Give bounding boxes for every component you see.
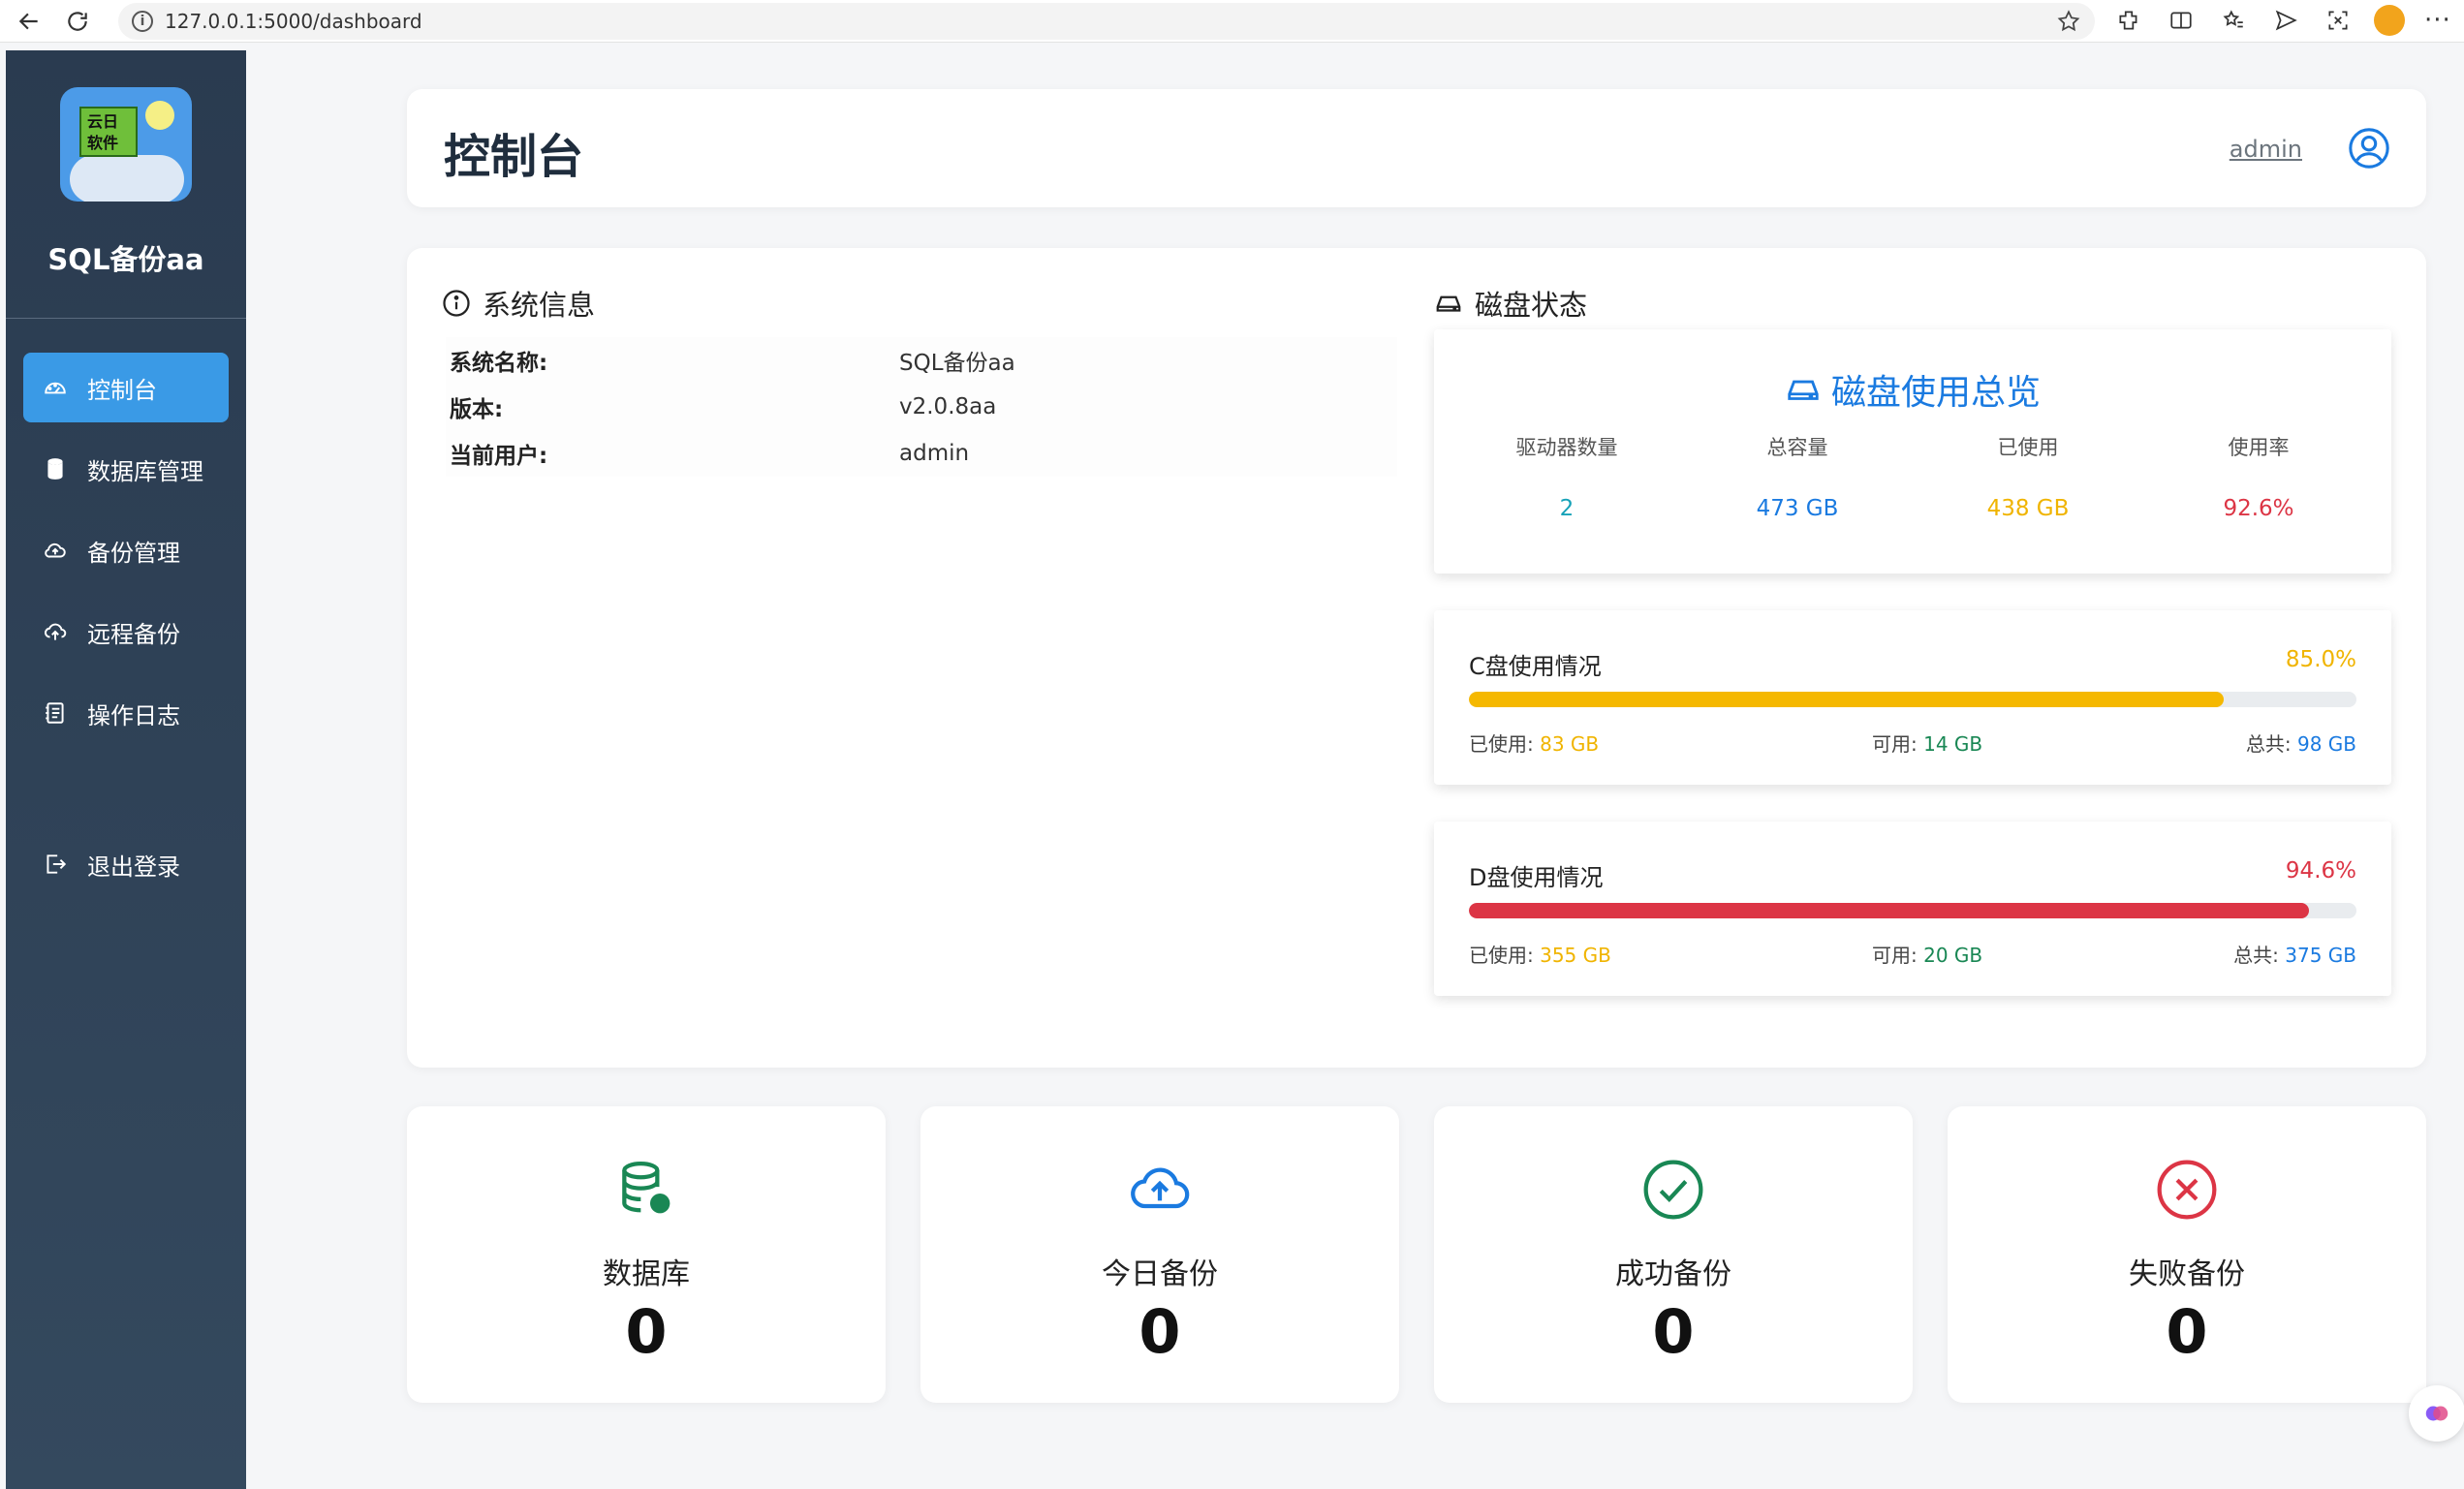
- logout-icon: [43, 852, 68, 877]
- check-circle-icon: [1640, 1157, 1706, 1223]
- sidebar-item-logout[interactable]: 退出登录: [23, 829, 229, 899]
- stat-card-success-backups: 成功备份 0: [1434, 1106, 1913, 1403]
- stat-value: 0: [920, 1296, 1399, 1367]
- drive-d-card: D盘使用情况 94.6% 已使用: 355 GB 可用: 20 GB 总共: 3…: [1434, 822, 2391, 996]
- favorite-star-icon[interactable]: [2056, 9, 2081, 34]
- share-icon[interactable]: [2269, 4, 2302, 37]
- overview-used: 已使用 438 GB: [1913, 432, 2143, 521]
- sidebar-item-dashboard[interactable]: 控制台: [23, 353, 229, 422]
- overview-total-capacity: 总容量 473 GB: [1682, 432, 1913, 521]
- table-row: 版本: v2.0.8aa: [446, 384, 1397, 430]
- database-icon: [43, 456, 68, 481]
- browser-toolbar: i 127.0.0.1:5000/dashboard ···: [0, 0, 2464, 43]
- site-info-icon[interactable]: i: [132, 11, 153, 32]
- sidebar-item-backup[interactable]: 备份管理: [23, 515, 229, 585]
- back-icon[interactable]: [10, 2, 48, 41]
- drive-d-progress-fill: [1469, 903, 2309, 918]
- stat-card-today-backups: 今日备份 0: [920, 1106, 1399, 1403]
- assistant-floating-button[interactable]: [2409, 1385, 2464, 1442]
- drive-c-progress: [1469, 692, 2356, 707]
- reload-icon[interactable]: [58, 2, 97, 41]
- url-text: 127.0.0.1:5000/dashboard: [165, 10, 422, 33]
- table-row: 当前用户: admin: [446, 430, 1397, 477]
- overview-usage-rate: 使用率 92.6%: [2143, 432, 2374, 521]
- x-circle-icon: [2154, 1157, 2220, 1223]
- favorites-icon[interactable]: [2217, 4, 2250, 37]
- stat-card-failed-backups: 失败备份 0: [1948, 1106, 2426, 1403]
- cloud-upload-icon: [43, 619, 68, 644]
- page-header: 控制台 admin: [407, 89, 2426, 207]
- user-circle-icon[interactable]: [2347, 126, 2391, 171]
- split-screen-icon[interactable]: [2165, 4, 2198, 37]
- sidebar-divider: [6, 318, 246, 319]
- system-info-table: 系统名称: SQL备份aa 版本: v2.0.8aa 当前用户: admin: [446, 337, 1397, 477]
- drive-c-percent: 85.0%: [2286, 647, 2356, 672]
- app-logo: 云日软件: [60, 87, 192, 202]
- stat-card-databases: 数据库 0: [407, 1106, 886, 1403]
- assistant-icon: [2422, 1399, 2451, 1428]
- more-menu-icon[interactable]: ···: [2424, 6, 2451, 35]
- extensions-icon[interactable]: [2112, 4, 2145, 37]
- screenshot-icon[interactable]: [2322, 4, 2355, 37]
- drive-d-progress: [1469, 903, 2356, 918]
- sidebar: 云日软件 SQL备份aa 控制台 数据库管理 备份管理 远程备份 操作日志 退出…: [6, 50, 246, 1489]
- username-link[interactable]: admin: [2230, 136, 2302, 163]
- drive-c-progress-fill: [1469, 692, 2224, 707]
- info-circle-icon: [442, 289, 471, 318]
- overview-drive-count: 驱动器数量 2: [1451, 432, 1682, 521]
- disk-overview-card: 磁盘使用总览 驱动器数量 2 总容量 473 GB 已使用 438 GB 使用率…: [1434, 329, 2391, 574]
- stat-value: 0: [407, 1296, 886, 1367]
- brand-name: SQL备份aa: [6, 237, 246, 278]
- dashboard-gauge-icon: [43, 375, 68, 400]
- system-info-heading: 系统信息: [442, 283, 595, 324]
- table-row: 系统名称: SQL备份aa: [446, 337, 1397, 384]
- cloud-upload-icon: [1127, 1157, 1193, 1223]
- disk-status-heading: 磁盘状态: [1434, 283, 1587, 324]
- logo-cloud: [70, 155, 184, 202]
- cloud-icon: [43, 538, 68, 563]
- sidebar-item-remote-backup[interactable]: 远程备份: [23, 597, 229, 667]
- drive-c-card: C盘使用情况 85.0% 已使用: 83 GB 可用: 14 GB 总共: 98…: [1434, 610, 2391, 785]
- database-icon: [613, 1157, 679, 1223]
- logo-text: 云日软件: [79, 107, 138, 157]
- drive-d-percent: 94.6%: [2286, 858, 2356, 884]
- hdd-icon: [1434, 289, 1463, 318]
- page-title: 控制台: [444, 118, 583, 186]
- sidebar-item-logs[interactable]: 操作日志: [23, 678, 229, 748]
- stat-value: 0: [1948, 1296, 2426, 1367]
- sidebar-item-database[interactable]: 数据库管理: [23, 434, 229, 504]
- overview-panel: 系统信息 系统名称: SQL备份aa 版本: v2.0.8aa 当前用户: ad…: [407, 248, 2426, 1068]
- disk-overview-title: 磁盘使用总览: [1434, 364, 2391, 415]
- address-bar[interactable]: i 127.0.0.1:5000/dashboard: [118, 3, 2095, 40]
- profile-avatar[interactable]: [2374, 5, 2405, 36]
- stat-value: 0: [1434, 1296, 1913, 1367]
- journal-icon: [43, 700, 68, 726]
- logo-sun: [145, 101, 174, 130]
- hdd-icon: [1785, 371, 1822, 408]
